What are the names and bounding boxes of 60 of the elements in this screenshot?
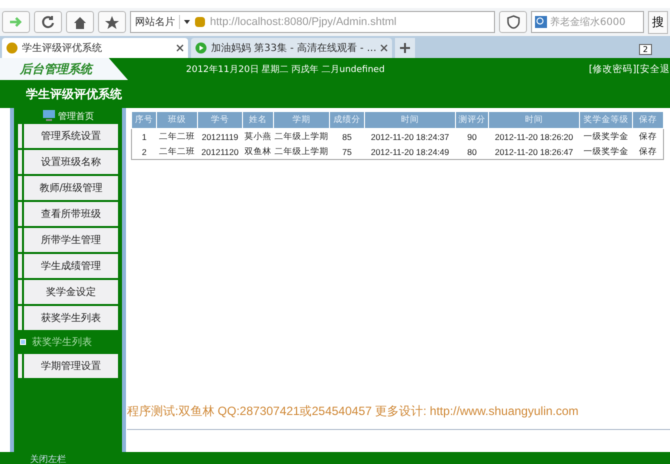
column-header: 序号: [132, 112, 156, 128]
save-link[interactable]: 保存: [632, 144, 664, 160]
table-cell: 双鱼林: [242, 144, 274, 160]
table-cell-text: 2012-11-20 18:24:37: [370, 130, 450, 144]
address-bar[interactable]: 网站名片 http://localhost:8080/Pjpy/Admin.shtml: [130, 11, 495, 33]
menu-button[interactable]: 所带学生管理: [24, 228, 118, 252]
menu-button[interactable]: 管理系统设置: [24, 124, 118, 148]
search-button[interactable]: 搜: [648, 10, 668, 34]
table-cell: 二年二班: [156, 144, 198, 160]
table-cell: 75: [330, 144, 364, 160]
logo-text: 后台管理系统: [0, 58, 128, 80]
menu-button[interactable]: 奖学金设定: [24, 280, 118, 304]
browser-tab[interactable]: 学生评级评优系统: [2, 38, 188, 58]
table-cell-text: 20121119: [200, 130, 240, 144]
table-cell-text: 一级奖学金: [582, 130, 630, 142]
address-menu[interactable]: 网站名片: [131, 15, 180, 29]
column-header: 学号: [198, 112, 242, 128]
table-cell: 80: [456, 144, 488, 160]
tab-count-button[interactable]: 2: [638, 44, 652, 55]
column-header: 学期: [274, 112, 330, 128]
menu-button[interactable]: 学生成绩管理: [24, 254, 118, 278]
menu-link[interactable]: 获奖学生列表: [32, 335, 92, 349]
column-header: 班级: [156, 112, 198, 128]
table-cell-text: 90: [466, 130, 478, 144]
browser-tab[interactable]: 加油妈妈 第33集 - 高清在线观看 - ...: [191, 38, 392, 58]
url-text: http://localhost:8080/Pjpy/Admin.shtml: [210, 16, 396, 28]
toggle-sidebar-link[interactable]: 关闭左栏: [30, 456, 66, 464]
table-cell: 2012-11-20 18:26:47: [488, 144, 580, 160]
table-cell-text: 莫小燕: [244, 130, 272, 142]
table-cell-text: 二年二班: [158, 130, 196, 142]
column-header: 姓名: [242, 112, 274, 128]
column-header: 时间: [364, 112, 456, 128]
system-title: 学生评级评优系统: [26, 86, 122, 102]
tab-title: 加油妈妈 第33集 - 高清在线观看 - ...: [211, 42, 376, 55]
table-cell: 1: [132, 128, 156, 144]
menu-button[interactable]: 学期管理设置: [24, 354, 118, 378]
footer-text: 程序测试:双鱼林 QQ:287307421或254540457 更多设计: http://www.shuangyulin.com: [127, 403, 580, 420]
column-header: 奖学金等级: [580, 112, 632, 128]
menu-button[interactable]: 查看所带班级: [24, 202, 118, 226]
table-cell-text: 2012-11-20 18:26:20: [494, 130, 574, 144]
column-header: 时间: [488, 112, 580, 128]
column-header: 成绩分: [330, 112, 364, 128]
table-cell: 20121120: [198, 144, 242, 160]
table-cell-text: 二年级上学期: [274, 130, 330, 142]
table-cell: 2012-11-20 18:24:49: [364, 144, 456, 160]
menu-button[interactable]: 获奖学生列表: [24, 306, 118, 330]
column-header: 测评分: [456, 112, 488, 128]
home-link[interactable]: 管理首页: [18, 110, 118, 122]
menu-button[interactable]: 教师/班级管理: [24, 176, 118, 200]
save-link[interactable]: 保存: [632, 128, 664, 144]
table-cell: 二年级上学期: [274, 144, 330, 160]
header-link[interactable]: [安全退: [636, 62, 670, 76]
table-cell: 2: [132, 144, 156, 160]
tab-title: 学生评级评优系统: [22, 42, 103, 55]
table-cell: 一级奖学金: [580, 144, 632, 160]
table-cell-text: 85: [341, 130, 353, 144]
column-header: 保存: [632, 112, 664, 128]
header-link[interactable]: [修改密码]: [588, 62, 636, 76]
date-text: 2012年11月20日 星期二 丙戌年 二月undefined: [186, 64, 385, 76]
menu-button[interactable]: 设置班级名称: [24, 150, 118, 174]
